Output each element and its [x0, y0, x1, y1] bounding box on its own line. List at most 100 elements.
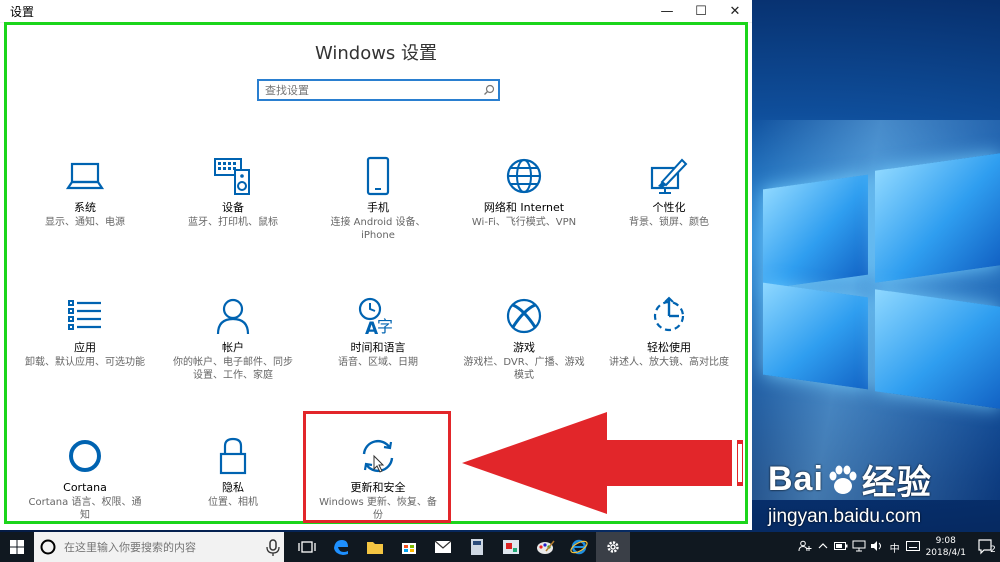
- windows-logo-pane: [875, 289, 1000, 409]
- ease-of-access-icon: [653, 296, 685, 332]
- task-view-icon: [298, 541, 316, 553]
- tile-personalization[interactable]: 个性化 背景、锁屏、颜色: [604, 155, 734, 229]
- tile-phone[interactable]: 手机 连接 Android 设备、iPhone: [313, 155, 443, 242]
- action-center-button[interactable]: 2: [974, 532, 1000, 562]
- app-list-icon: [68, 300, 101, 330]
- taskbar: 中 9:08 2018/4/1 2: [0, 532, 1000, 562]
- windows-logo-pane: [875, 153, 1000, 283]
- tile-name: 游戏: [513, 341, 535, 354]
- lock-icon: [219, 437, 247, 475]
- mail-icon: [434, 540, 452, 553]
- tile-ease-of-access[interactable]: 轻松使用 讲述人、放大镜、高对比度: [604, 295, 734, 369]
- tile-name: 轻松使用: [647, 341, 691, 354]
- minimize-icon: —: [660, 3, 674, 19]
- windows-logo-pane: [763, 282, 868, 390]
- keyboard-speaker-icon: [214, 158, 250, 195]
- tile-devices[interactable]: 设备 蓝牙、打印机、鼠标: [168, 155, 298, 229]
- clock-date: 2018/4/1: [925, 548, 966, 558]
- svg-text:字: 字: [377, 317, 393, 336]
- chevron-up-icon[interactable]: [815, 542, 831, 553]
- settings-search-box[interactable]: [257, 79, 500, 101]
- taskbar-apps: [290, 532, 630, 562]
- tile-description: 语音、区域、日期: [338, 357, 418, 368]
- taskbar-app-edge[interactable]: [324, 532, 358, 562]
- tile-name: 应用: [74, 341, 96, 354]
- minimize-button[interactable]: —: [650, 0, 684, 22]
- time-language-icon: A字: [358, 297, 393, 336]
- highlight-box: [303, 411, 451, 523]
- tile-description: Cortana 语言、权限、通知: [28, 497, 142, 521]
- person-icon: [216, 298, 250, 335]
- tile-description: 蓝牙、打印机、鼠标: [188, 217, 278, 228]
- tile-gaming[interactable]: 游戏 游戏栏、DVR、广播、游戏模式: [459, 295, 589, 382]
- tile-description: 讲述人、放大镜、高对比度: [609, 357, 729, 368]
- store-icon: [402, 543, 416, 554]
- tile-apps[interactable]: 应用 卸载、默认应用、可选功能: [20, 295, 150, 369]
- tile-name: 隐私: [222, 481, 244, 494]
- tile-description: 你的帐户、电子邮件、同步设置、工作、家庭: [173, 357, 293, 381]
- network-icon[interactable]: [851, 540, 867, 555]
- keyboard-icon[interactable]: [905, 540, 921, 554]
- tile-description: 游戏栏、DVR、广播、游戏模式: [463, 357, 585, 381]
- input-method-indicator[interactable]: 中: [887, 540, 903, 555]
- tile-name: 手机: [367, 201, 389, 214]
- annotation-arrow: [462, 412, 743, 514]
- taskbar-app-store[interactable]: [392, 532, 426, 562]
- people-icon[interactable]: [797, 540, 813, 555]
- search-input[interactable]: [259, 82, 480, 98]
- tile-name: 系统: [74, 201, 96, 214]
- taskbar-app-paint[interactable]: [528, 532, 562, 562]
- gear-icon: [607, 541, 619, 553]
- windows-logo-pane: [763, 174, 868, 290]
- taskbar-app-file-explorer[interactable]: [358, 532, 392, 562]
- taskbar-app-calculator[interactable]: [460, 532, 494, 562]
- taskbar-app-mail[interactable]: [426, 532, 460, 562]
- cortana-icon: [69, 440, 101, 472]
- edge-icon: [334, 540, 348, 555]
- title-bar[interactable]: 设置 — ☐ ✕: [0, 0, 752, 23]
- close-icon: ✕: [729, 3, 741, 19]
- internet-explorer-icon: [570, 539, 588, 555]
- notification-count-badge: 2: [990, 545, 996, 555]
- watermark-brand-right: 经验: [861, 464, 932, 502]
- tile-description: 连接 Android 设备、iPhone: [330, 217, 426, 241]
- tile-network[interactable]: 网络和 Internet Wi-Fi、飞行模式、VPN: [459, 155, 589, 229]
- calculator-icon: [471, 539, 483, 555]
- system-clock[interactable]: 9:08 2018/4/1: [926, 535, 966, 559]
- cortana-search-icon: [40, 539, 56, 555]
- tile-privacy[interactable]: 隐私 位置、相机: [168, 435, 298, 509]
- page-title: Windows 设置: [314, 43, 438, 64]
- task-view-button[interactable]: [290, 532, 324, 562]
- tile-system[interactable]: 系统 显示、通知、电源: [20, 155, 150, 229]
- tile-description: Wi-Fi、飞行模式、VPN: [471, 217, 577, 228]
- volume-icon[interactable]: [869, 540, 885, 555]
- tile-description: 显示、通知、电源: [45, 217, 125, 228]
- taskbar-search-input[interactable]: [62, 539, 262, 555]
- tile-accounts[interactable]: 帐户 你的帐户、电子邮件、同步设置、工作、家庭: [168, 295, 298, 382]
- windows-start-icon: [10, 540, 24, 554]
- tile-cortana[interactable]: Cortana Cortana 语言、权限、通知: [20, 435, 150, 522]
- tile-name: 个性化: [652, 201, 686, 214]
- battery-icon[interactable]: [833, 541, 849, 553]
- maximize-icon: ☐: [695, 3, 707, 19]
- tile-time-language[interactable]: A字 时间和语言 语音、区域、日期: [313, 295, 443, 369]
- xbox-icon: [506, 298, 542, 334]
- taskbar-app-ie[interactable]: [562, 532, 596, 562]
- taskbar-app-media[interactable]: [494, 532, 528, 562]
- tile-description: 位置、相机: [208, 497, 258, 508]
- microphone-icon[interactable]: [262, 537, 284, 557]
- tile-name: 帐户: [222, 341, 244, 354]
- taskbar-search-box[interactable]: [34, 532, 284, 562]
- window-title: 设置: [10, 4, 35, 19]
- start-button[interactable]: [0, 532, 34, 562]
- watermark-url: jingyan.baidu.com: [768, 506, 922, 527]
- search-icon[interactable]: [480, 81, 498, 99]
- globe-icon: [506, 158, 542, 194]
- taskbar-app-settings[interactable]: [596, 532, 630, 562]
- paint-icon: [650, 158, 688, 194]
- maximize-button[interactable]: ☐: [684, 0, 718, 22]
- paw-icon: [829, 465, 857, 494]
- tile-name: 设备: [222, 201, 244, 214]
- system-tray: 中 9:08 2018/4/1 2: [796, 532, 1000, 562]
- close-button[interactable]: ✕: [718, 0, 752, 22]
